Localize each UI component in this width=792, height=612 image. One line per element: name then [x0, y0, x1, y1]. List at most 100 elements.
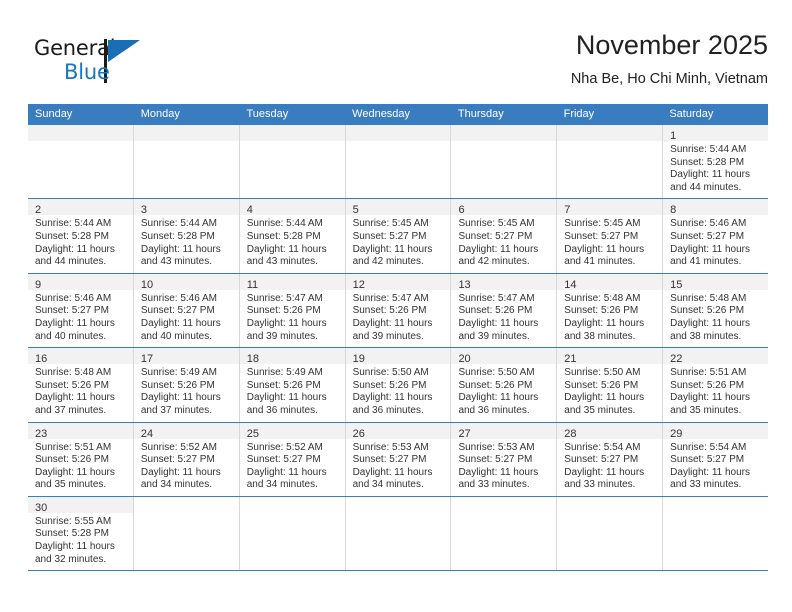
- day-sun-info: Sunrise: 5:53 AM Sunset: 5:27 PM Daylight:…: [346, 439, 451, 496]
- page-header: General Blue November 2025 Nha Be, Ho Ch…: [28, 28, 768, 98]
- calendar-day-cell[interactable]: 20 Sunrise: 5:50 AM Sunset: 5:26 PM Dayligh…: [451, 348, 558, 422]
- calendar-day-cell[interactable]: 9 Sunrise: 5:46 AM Sunset: 5:27 PM Daylight…: [28, 273, 134, 348]
- day-info-daylight1: Daylight: 11 hours: [35, 243, 115, 255]
- day-sun-info: Sunrise: 5:52 AM Sunset: 5:27 PM Daylight:…: [240, 439, 345, 496]
- day-sun-info: Sunrise: 5:50 AM Sunset: 5:26 PM Daylight:…: [557, 364, 662, 421]
- calendar-day-cell[interactable]: 6 Sunrise: 5:45 AM Sunset: 5:27 PM Daylight…: [451, 199, 558, 273]
- day-info-sunset: Sunset: 5:26 PM: [246, 379, 321, 391]
- day-info-daylight2: and 35 minutes.: [564, 404, 636, 416]
- day-number: 7: [564, 204, 571, 217]
- calendar-day-cell[interactable]: 5 Sunrise: 5:45 AM Sunset: 5:27 PM Daylight…: [345, 199, 452, 273]
- day-info-sunset: Sunset: 5:28 PM: [35, 230, 109, 242]
- day-info-daylight1: Daylight: 11 hours: [35, 392, 115, 404]
- day-info-daylight1: Daylight: 11 hours: [140, 243, 221, 255]
- calendar-day-cell[interactable]: 27 Sunrise: 5:53 AM Sunset: 5:27 PM Dayligh…: [451, 422, 558, 496]
- day-number: 22: [670, 353, 683, 366]
- day-info-sunset: Sunset: 5:26 PM: [246, 305, 321, 317]
- calendar-day-cell-empty: [133, 125, 240, 199]
- calendar-day-cell[interactable]: 13 Sunrise: 5:47 AM Sunset: 5:26 PM Dayligh…: [451, 273, 558, 348]
- day-info-daylight2: and 38 minutes.: [670, 330, 742, 342]
- day-info-sunrise: Sunrise: 5:50 AM: [564, 367, 641, 379]
- day-number: 26: [352, 427, 365, 440]
- day-sun-info: Sunrise: 5:45 AM Sunset: 5:27 PM Daylight:…: [346, 215, 451, 272]
- day-number-bar: 10: [133, 273, 239, 291]
- day-info-sunset: Sunset: 5:27 PM: [140, 305, 215, 317]
- day-info-sunset: Sunset: 5:28 PM: [246, 230, 321, 242]
- calendar-day-cell[interactable]: 1 Sunrise: 5:44 AM Sunset: 5:28 PM Daylight…: [663, 125, 769, 199]
- day-info-daylight2: and 40 minutes.: [140, 330, 213, 342]
- calendar-day-cell[interactable]: 7 Sunrise: 5:45 AM Sunset: 5:27 PM Daylight…: [557, 199, 664, 273]
- day-info-sunrise: Sunrise: 5:50 AM: [352, 367, 429, 379]
- calendar-day-cell-empty: [28, 125, 134, 199]
- day-sun-info: Sunrise: 5:55 AM Sunset: 5:28 PM Daylight:…: [28, 513, 133, 570]
- day-number: 23: [35, 427, 48, 440]
- day-number: 15: [670, 278, 683, 291]
- calendar-day-cell[interactable]: 12 Sunrise: 5:47 AM Sunset: 5:26 PM Dayligh…: [345, 273, 452, 348]
- weekday-header-row: Sunday Monday Tuesday Wednesday Thursday Frid…: [28, 104, 768, 125]
- calendar-day-cell[interactable]: 23 Sunrise: 5:51 AM Sunset: 5:26 PM Dayligh…: [28, 422, 134, 496]
- day-info-sunset: Sunset: 5:26 PM: [458, 305, 533, 317]
- calendar-day-cell[interactable]: 14 Sunrise: 5:48 AM Sunset: 5:26 PM Dayligh…: [557, 273, 664, 348]
- day-info-sunrise: Sunrise: 5:55 AM: [35, 515, 112, 527]
- day-info-daylight2: and 41 minutes.: [670, 256, 742, 268]
- day-number: 19: [352, 353, 365, 366]
- day-info-daylight2: and 44 minutes.: [35, 256, 107, 268]
- calendar-day-cell[interactable]: 10 Sunrise: 5:46 AM Sunset: 5:27 PM Dayligh…: [133, 273, 240, 348]
- day-info-daylight1: Daylight: 11 hours: [352, 243, 433, 255]
- calendar-day-cell[interactable]: 3 Sunrise: 5:44 AM Sunset: 5:28 PM Daylight…: [133, 199, 240, 273]
- day-number-bar: 21: [557, 348, 663, 366]
- day-sun-info: Sunrise: 5:51 AM Sunset: 5:26 PM Daylight:…: [28, 439, 133, 496]
- calendar-day-cell[interactable]: 28 Sunrise: 5:54 AM Sunset: 5:27 PM Dayligh…: [557, 422, 664, 496]
- day-sun-info: Sunrise: 5:46 AM Sunset: 5:27 PM Daylight:…: [134, 290, 239, 347]
- day-number-bar: 11: [239, 273, 345, 291]
- day-info-sunrise: Sunrise: 5:47 AM: [246, 292, 323, 304]
- calendar-day-cell[interactable]: 29 Sunrise: 5:54 AM Sunset: 5:27 PM Dayligh…: [663, 422, 769, 496]
- calendar-day-cell[interactable]: 30 Sunrise: 5:55 AM Sunset: 5:28 PM Dayligh…: [28, 496, 134, 571]
- day-info-daylight1: Daylight: 11 hours: [670, 466, 751, 478]
- calendar-day-cell[interactable]: 17 Sunrise: 5:49 AM Sunset: 5:26 PM Dayligh…: [133, 348, 240, 422]
- day-info-daylight1: Daylight: 11 hours: [458, 392, 539, 404]
- day-sun-info: Sunrise: 5:44 AM Sunset: 5:28 PM Daylight:…: [240, 215, 345, 272]
- day-info-daylight2: and 34 minutes.: [352, 479, 424, 491]
- calendar-day-cell[interactable]: 21 Sunrise: 5:50 AM Sunset: 5:26 PM Dayligh…: [557, 348, 664, 422]
- day-info-daylight1: Daylight: 11 hours: [564, 466, 645, 478]
- day-info-daylight1: Daylight: 11 hours: [352, 317, 433, 329]
- day-number-bar: 30: [28, 496, 133, 514]
- day-number-bar: 7: [557, 199, 663, 217]
- calendar-day-cell[interactable]: 8 Sunrise: 5:46 AM Sunset: 5:27 PM Daylight…: [663, 199, 769, 273]
- general-blue-logo[interactable]: General Blue: [34, 36, 164, 90]
- day-info-daylight2: and 40 minutes.: [35, 330, 107, 342]
- calendar-day-cell[interactable]: 19 Sunrise: 5:50 AM Sunset: 5:26 PM Dayligh…: [345, 348, 452, 422]
- day-number: 2: [35, 204, 42, 217]
- day-info-sunrise: Sunrise: 5:47 AM: [458, 292, 535, 304]
- calendar-day-cell[interactable]: 15 Sunrise: 5:48 AM Sunset: 5:26 PM Dayligh…: [663, 273, 769, 348]
- day-number: 21: [564, 353, 577, 366]
- calendar-day-cell[interactable]: 4 Sunrise: 5:44 AM Sunset: 5:28 PM Daylight…: [239, 199, 346, 273]
- day-info-sunset: Sunset: 5:27 PM: [458, 230, 533, 242]
- day-info-sunset: Sunset: 5:26 PM: [352, 379, 427, 391]
- day-info-daylight1: Daylight: 11 hours: [352, 392, 433, 404]
- calendar-day-cell[interactable]: 2 Sunrise: 5:44 AM Sunset: 5:28 PM Daylight…: [28, 199, 134, 273]
- calendar-day-cell[interactable]: 18 Sunrise: 5:49 AM Sunset: 5:26 PM Dayligh…: [239, 348, 346, 422]
- calendar-day-cell[interactable]: 24 Sunrise: 5:52 AM Sunset: 5:27 PM Dayligh…: [133, 422, 240, 496]
- day-info-sunset: Sunset: 5:26 PM: [670, 379, 745, 391]
- day-info-daylight2: and 36 minutes.: [246, 404, 318, 416]
- day-number-bar: [28, 125, 133, 141]
- day-info-daylight2: and 38 minutes.: [564, 330, 636, 342]
- day-info-daylight1: Daylight: 11 hours: [140, 317, 221, 329]
- day-info-daylight2: and 34 minutes.: [140, 479, 213, 491]
- day-number: 3: [140, 204, 147, 217]
- calendar-day-cell[interactable]: 16 Sunrise: 5:48 AM Sunset: 5:26 PM Dayligh…: [28, 348, 134, 422]
- calendar-day-cell-empty: [239, 125, 346, 199]
- calendar-day-cell[interactable]: 26 Sunrise: 5:53 AM Sunset: 5:27 PM Dayligh…: [345, 422, 452, 496]
- logo-triangle-icon: [108, 40, 140, 62]
- calendar-week-row: 2 Sunrise: 5:44 AM Sunset: 5:28 PM Daylight…: [28, 199, 769, 274]
- day-info-sunrise: Sunrise: 5:45 AM: [352, 218, 429, 230]
- day-number-bar: 14: [557, 273, 663, 291]
- day-number-bar: [557, 125, 663, 141]
- calendar-day-cell[interactable]: 25 Sunrise: 5:52 AM Sunset: 5:27 PM Dayligh…: [239, 422, 346, 496]
- day-number-bar: [133, 125, 239, 141]
- calendar-day-cell[interactable]: 22 Sunrise: 5:51 AM Sunset: 5:26 PM Dayligh…: [663, 348, 769, 422]
- day-info-sunrise: Sunrise: 5:49 AM: [246, 367, 323, 379]
- calendar-day-cell[interactable]: 11 Sunrise: 5:47 AM Sunset: 5:26 PM Dayligh…: [239, 273, 346, 348]
